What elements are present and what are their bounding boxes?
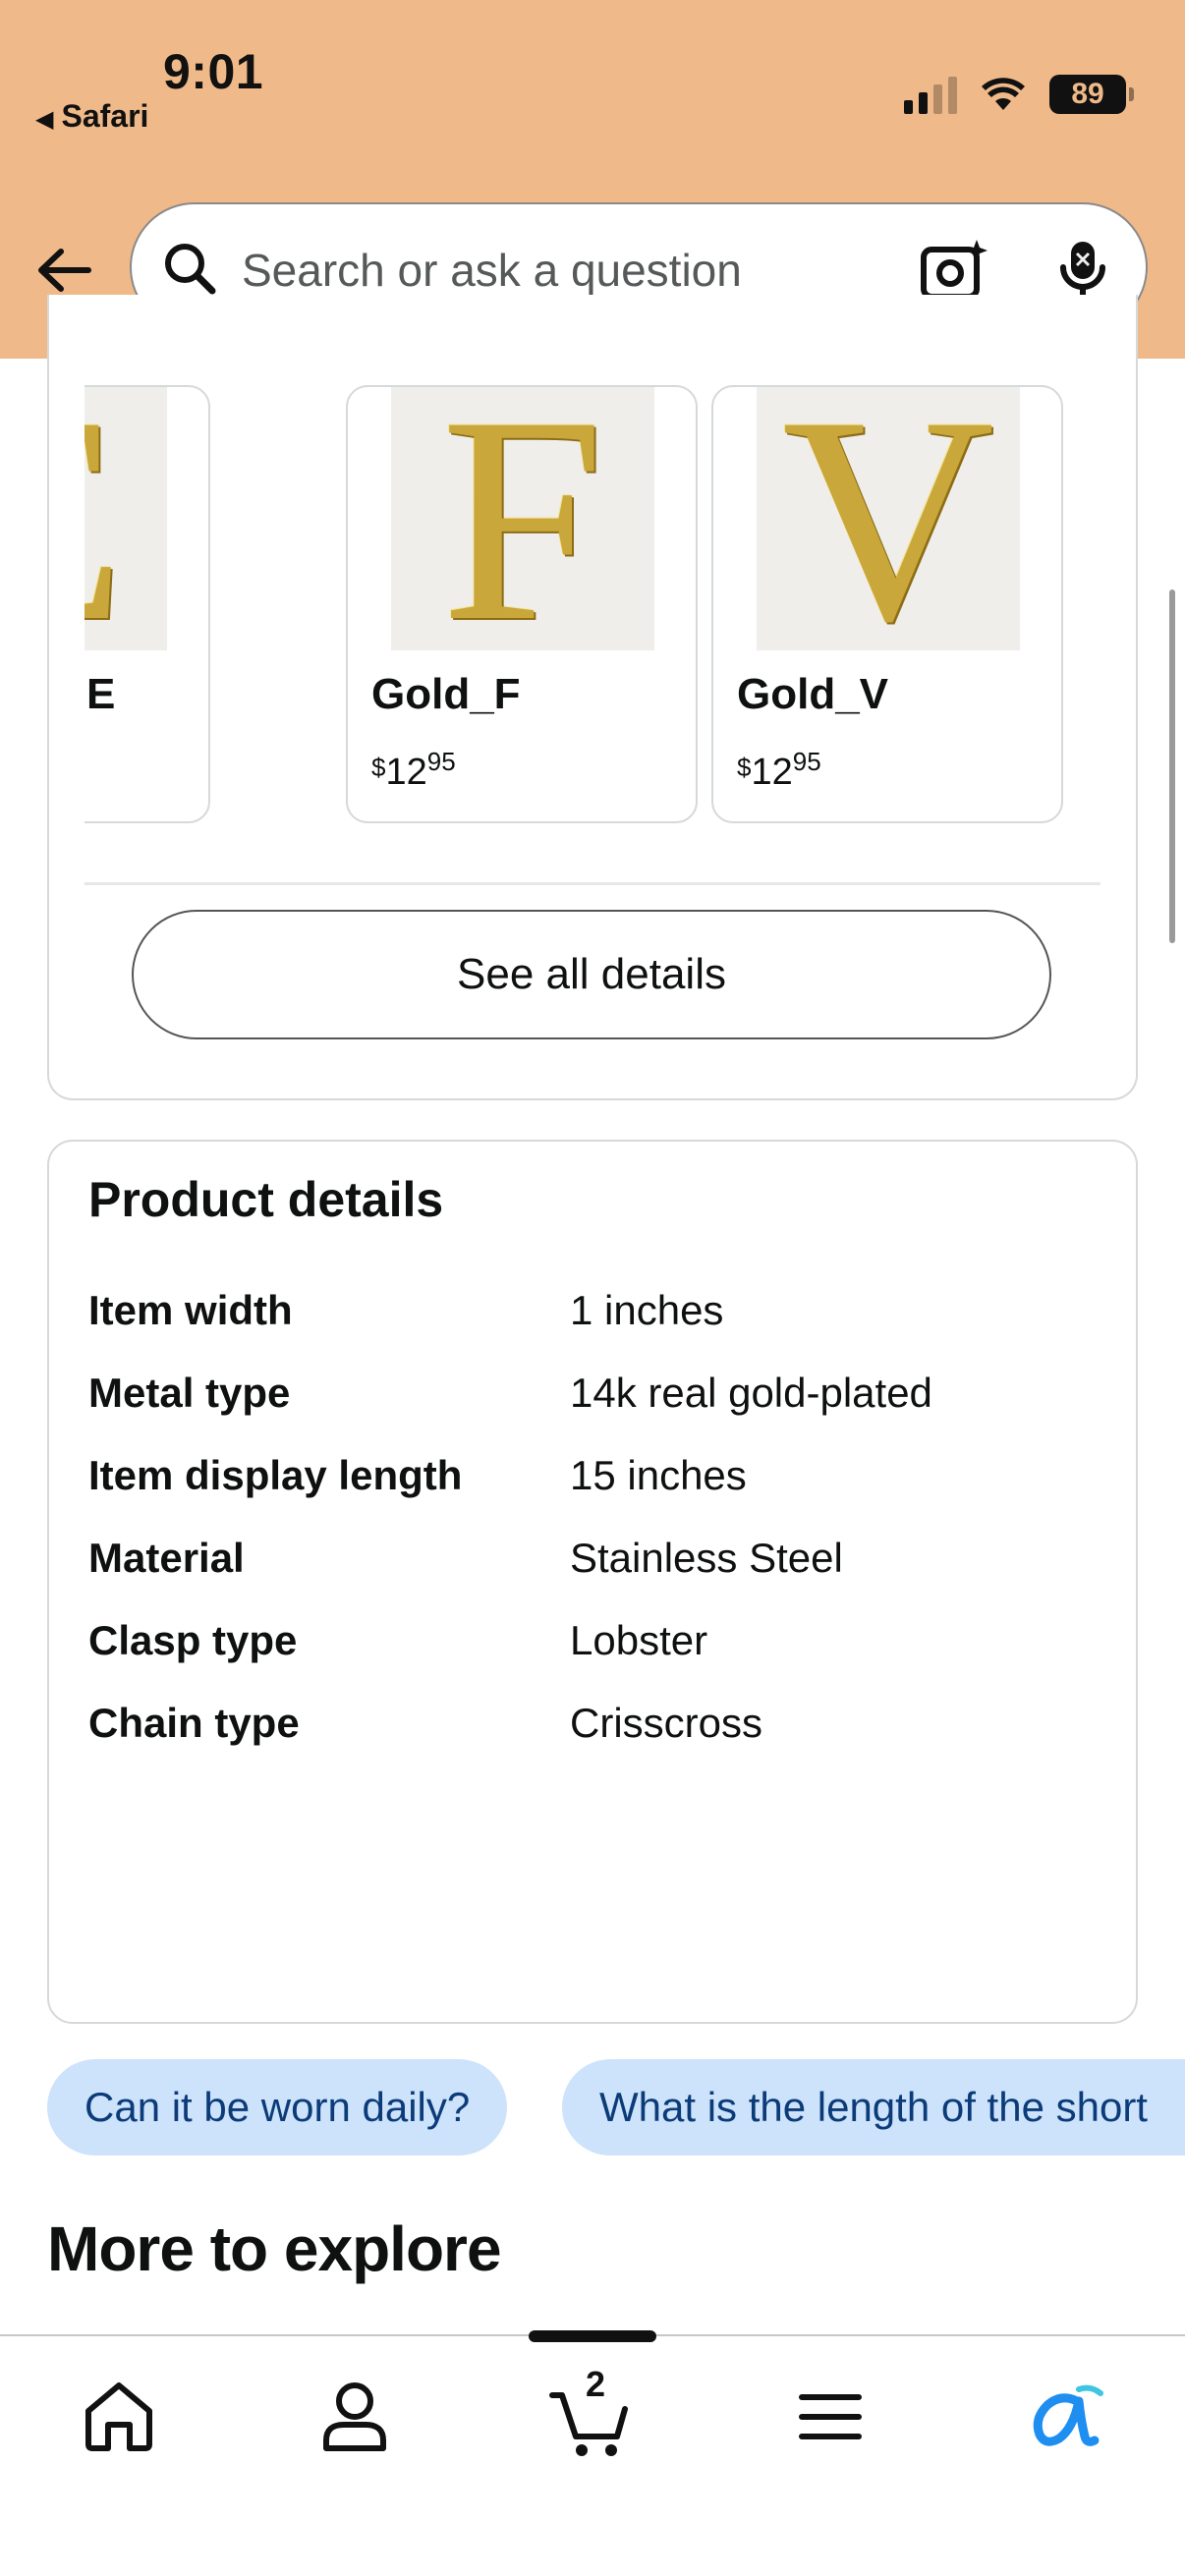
account-icon[interactable] [310, 2372, 399, 2460]
battery-icon: 89 [1049, 75, 1134, 114]
price-whole: 12 [751, 752, 793, 793]
see-all-details-button[interactable]: See all details [132, 910, 1051, 1039]
details-value: Stainless Steel [570, 1535, 843, 1581]
details-value: Lobster [570, 1617, 708, 1663]
variation-name: Gold_V [737, 670, 889, 718]
variation-letter: E [85, 387, 126, 650]
product-details-title: Product details [88, 1172, 444, 1227]
search-input[interactable]: Search or ask a question [242, 244, 742, 297]
wifi-icon [982, 78, 1025, 110]
variation-image: F [391, 387, 654, 650]
details-label: Item width [88, 1287, 293, 1333]
price-symbol: $ [371, 753, 386, 782]
variation-image: V [757, 387, 1020, 650]
camera-search-icon[interactable] [920, 238, 988, 301]
details-value: 1 inches [570, 1287, 724, 1333]
details-value: Crisscross [570, 1700, 762, 1746]
details-label: Material [88, 1535, 245, 1581]
details-row: Clasp type Lobster [88, 1617, 1110, 1676]
price-whole: 12 [385, 752, 427, 793]
variation-card-gold-f[interactable]: F Gold_F $1295 [346, 385, 698, 823]
variations-carousel[interactable]: E E F Gold_F $1295 V Gold_V $1295 [85, 385, 1116, 827]
search-icon [165, 244, 216, 295]
variation-name: E [86, 670, 116, 718]
details-row: Metal type 14k real gold-plated [88, 1370, 1110, 1428]
details-label: Item display length [88, 1452, 463, 1498]
bottom-nav: 2 [0, 2330, 1185, 2576]
variation-card-gold-v[interactable]: V Gold_V $1295 [711, 385, 1063, 823]
scroll-indicator[interactable] [1169, 589, 1175, 943]
home-icon[interactable] [75, 2372, 163, 2460]
cart-count: 2 [585, 2364, 606, 2404]
back-app-label: Safari [61, 98, 149, 134]
product-details-card: Product details Item width 1 inches Meta… [47, 1140, 1138, 2024]
details-value: 15 inches [570, 1452, 747, 1498]
cart-button[interactable]: 2 [546, 2364, 635, 2460]
variation-letter: F [440, 387, 605, 650]
price-cents: 95 [426, 747, 456, 776]
menu-icon[interactable] [786, 2372, 875, 2460]
details-row: Item display length 15 inches [88, 1452, 1110, 1511]
question-chip[interactable]: Can it be worn daily? [47, 2059, 508, 2156]
details-row: Chain type Crisscross [88, 1700, 1110, 1759]
variation-image: E [85, 387, 167, 650]
variation-name: Gold_F [371, 670, 521, 718]
details-label: Chain type [88, 1700, 300, 1746]
price-symbol: $ [737, 753, 752, 782]
back-arrow-icon[interactable] [31, 238, 96, 303]
divider [85, 882, 1100, 885]
details-row: Material Stainless Steel [88, 1535, 1110, 1594]
more-to-explore-heading: More to explore [47, 2213, 502, 2284]
variation-card-e[interactable]: E E [85, 385, 210, 823]
back-triangle-icon: ◀ [35, 106, 54, 133]
details-label: Metal type [88, 1370, 291, 1416]
cellular-signal-icon [904, 75, 957, 114]
details-label: Clasp type [88, 1617, 298, 1663]
details-row: Item width 1 inches [88, 1287, 1110, 1346]
variation-letter: V [781, 387, 995, 650]
status-icons: 89 [904, 75, 1134, 114]
back-to-safari[interactable]: ◀ Safari [35, 98, 148, 135]
variation-price: $1295 [371, 747, 456, 794]
question-chip[interactable]: What is the length of the short [562, 2059, 1185, 2156]
variation-price: $1295 [737, 747, 821, 794]
active-tab-indicator [529, 2330, 656, 2342]
status-time: 9:01 [163, 44, 264, 99]
rufus-ai-icon[interactable] [1022, 2372, 1110, 2460]
details-value: 14k real gold-plated [570, 1370, 932, 1416]
price-cents: 95 [792, 747, 821, 776]
screen: 9:01 ◀ Safari 89 Search or ask a question [0, 0, 1185, 2576]
